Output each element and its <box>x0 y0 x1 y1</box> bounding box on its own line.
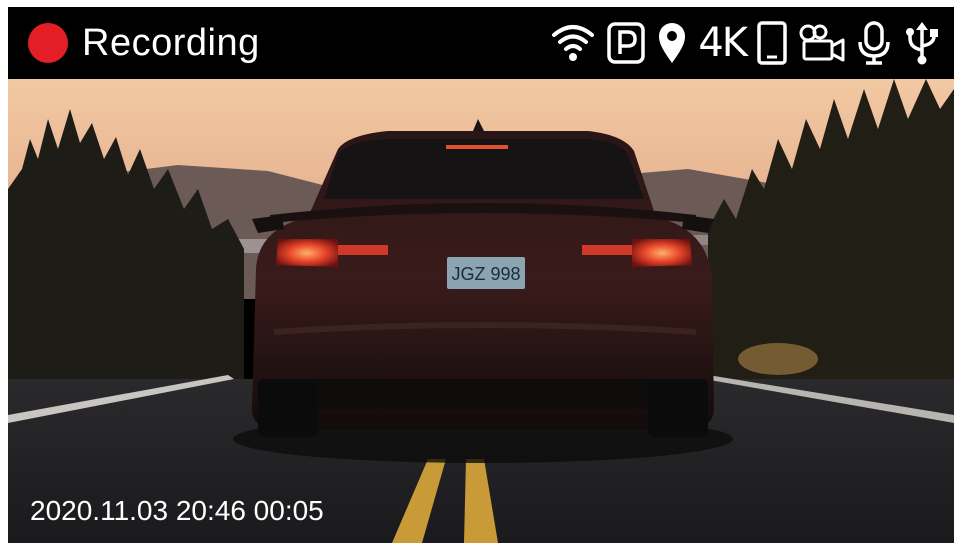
timestamp-overlay: 2020.11.03 20:46 00:05 <box>30 495 324 526</box>
camera-icon <box>798 19 846 67</box>
4k-resolution-icon: 4K <box>698 19 748 67</box>
dashcam-screen: Recording 4K JGZ 998 2020.11.03 20:46 00… <box>8 7 954 543</box>
recording-indicator-icon <box>28 23 68 63</box>
status-bar: Recording 4K <box>8 7 954 79</box>
parking-mode-icon <box>606 19 646 67</box>
recording-label: Recording <box>82 21 260 64</box>
wifi-icon <box>550 19 596 67</box>
usb-icon <box>902 19 942 67</box>
resolution-label: 4K <box>698 20 748 66</box>
phone-icon <box>756 19 788 67</box>
camera-feed: JGZ 998 <box>8 79 954 543</box>
status-icons: 4K <box>550 7 942 79</box>
gps-location-icon <box>656 19 688 67</box>
license-plate-text: JGZ 998 <box>451 264 520 284</box>
microphone-icon <box>856 19 892 67</box>
